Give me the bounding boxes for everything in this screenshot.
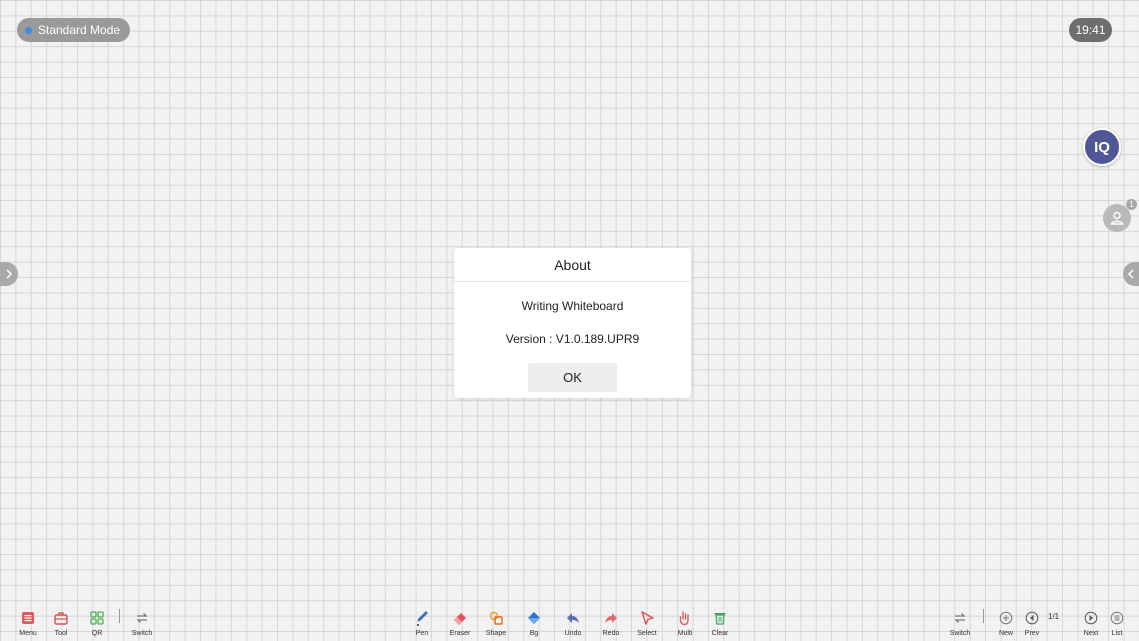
app-name: Writing Whiteboard xyxy=(521,299,624,313)
shape-button[interactable]: Shape xyxy=(476,608,516,641)
redo-icon xyxy=(605,613,617,623)
menu-icon xyxy=(22,612,34,624)
qr-button[interactable]: QR xyxy=(77,608,117,641)
dialog-title: About xyxy=(554,257,591,273)
about-dialog: About Writing Whiteboard Version : V1.0.… xyxy=(454,248,691,398)
toolbar-separator xyxy=(983,609,984,623)
switch-button-left[interactable]: Switch xyxy=(122,608,162,641)
undo-label: Undo xyxy=(564,630,582,637)
select-arrow-icon xyxy=(641,611,654,625)
clock: 19:41 xyxy=(1069,18,1112,42)
bg-label: Bg xyxy=(529,630,539,637)
dialog-divider xyxy=(454,281,691,282)
eraser-button[interactable]: Eraser xyxy=(440,608,480,641)
toolbox-icon xyxy=(54,612,68,625)
iq-assistant-button[interactable]: IQ xyxy=(1083,128,1121,166)
user-notification-badge: 1 xyxy=(1126,199,1137,210)
ok-button[interactable]: OK xyxy=(528,363,617,392)
iq-logo-icon: IQ xyxy=(1094,138,1110,156)
tool-button[interactable]: Tool xyxy=(41,608,81,641)
pen-label: Pen xyxy=(415,630,429,637)
qr-label: QR xyxy=(91,630,103,637)
multi-label: Multi xyxy=(677,630,693,637)
background-button[interactable]: Bg xyxy=(514,608,554,641)
list-circle-icon xyxy=(1110,611,1124,625)
switch-label-left: Switch xyxy=(131,630,153,637)
clear-button[interactable]: Clear xyxy=(700,608,740,641)
clear-label: Clear xyxy=(711,630,729,637)
next-circle-icon xyxy=(1084,611,1098,625)
redo-button[interactable]: Redo xyxy=(591,608,631,641)
right-edge-expand-tab[interactable] xyxy=(1123,262,1139,286)
undo-button[interactable]: Undo xyxy=(553,608,593,641)
prev-label: Prev xyxy=(1024,630,1040,637)
app-version: Version : V1.0.189.UPR9 xyxy=(505,332,640,346)
shape-label: Shape xyxy=(485,630,507,637)
switch-label-right: Switch xyxy=(949,630,971,637)
prev-page-button[interactable]: Prev xyxy=(1012,608,1052,641)
chevron-left-icon xyxy=(1127,269,1134,279)
badge-count: 1 xyxy=(1129,200,1134,209)
user-icon xyxy=(1110,211,1124,225)
toolbar-separator xyxy=(119,609,120,623)
page-counter: 1/1 xyxy=(1048,612,1060,621)
pen-icon xyxy=(417,611,428,626)
undo-icon xyxy=(567,613,579,623)
shape-icon xyxy=(489,611,503,625)
clock-time: 19:41 xyxy=(1075,23,1106,37)
mode-label: Standard Mode xyxy=(38,23,121,37)
paint-bucket-icon xyxy=(528,612,540,624)
qr-grid-icon xyxy=(90,611,104,625)
switch-button-right[interactable]: Switch xyxy=(940,608,980,641)
switch-icon xyxy=(954,613,966,623)
trash-icon xyxy=(714,613,726,625)
redo-label: Redo xyxy=(602,630,620,637)
left-edge-expand-tab[interactable] xyxy=(0,262,18,286)
plus-circle-icon xyxy=(999,611,1013,625)
eraser-icon xyxy=(454,613,466,625)
pen-button[interactable]: Pen xyxy=(402,608,442,641)
list-button[interactable]: List xyxy=(1097,608,1137,641)
multi-touch-button[interactable]: Multi xyxy=(665,608,705,641)
select-button[interactable]: Select xyxy=(627,608,667,641)
list-label: List xyxy=(1111,630,1123,637)
tool-label: Tool xyxy=(54,630,68,637)
mode-indicator[interactable]: Standard Mode xyxy=(17,18,131,42)
mode-dot-icon xyxy=(25,26,32,34)
eraser-label: Eraser xyxy=(449,630,471,637)
multi-touch-icon xyxy=(679,611,689,626)
switch-icon xyxy=(136,613,148,623)
select-label: Select xyxy=(637,630,657,637)
prev-circle-icon xyxy=(1025,611,1039,625)
chevron-right-icon xyxy=(6,269,13,279)
